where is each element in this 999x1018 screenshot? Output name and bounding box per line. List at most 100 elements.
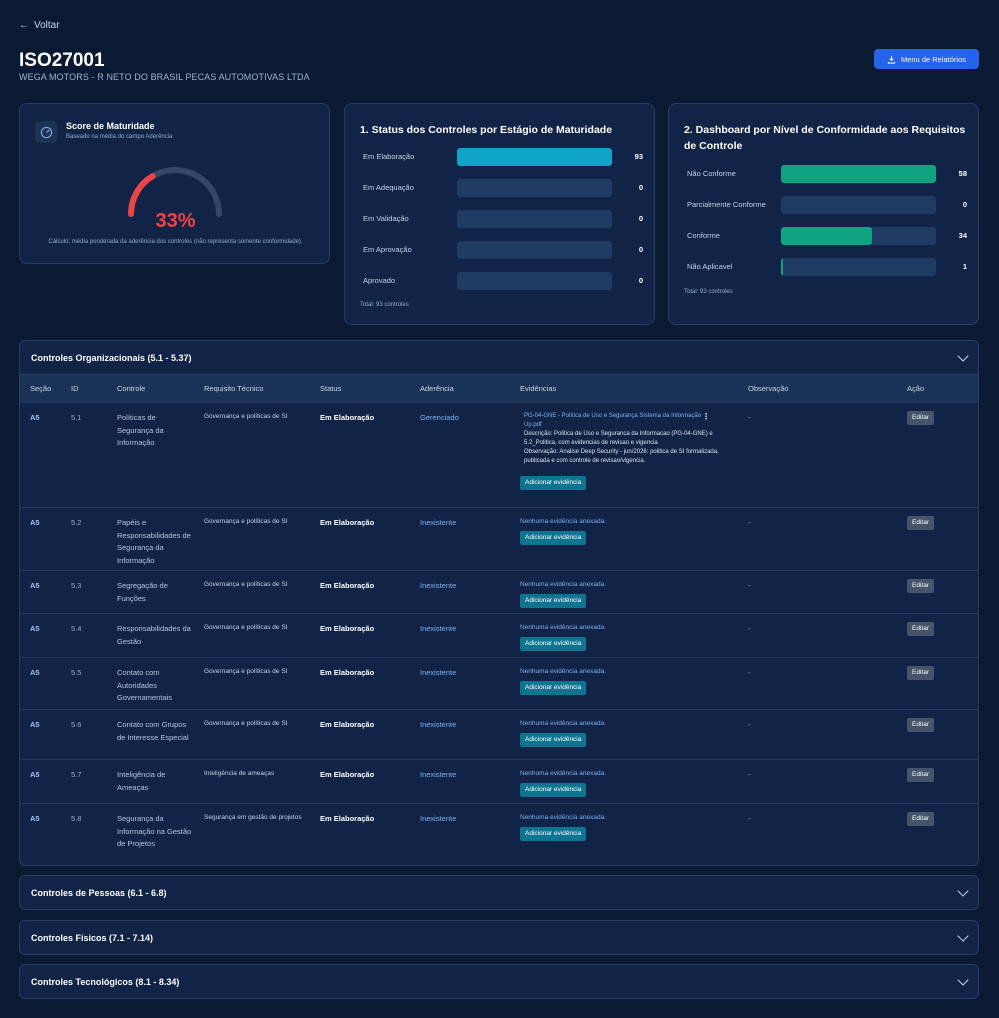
adherence-cell: Inexistente [420, 624, 457, 633]
bar-row: Em Validação 0 [363, 210, 643, 228]
observation-cell: - [748, 814, 751, 823]
status-cell: Em Elaboração [320, 624, 375, 633]
edit-button[interactable]: Editar [907, 579, 934, 593]
bar-track [457, 148, 612, 166]
status-cell: Em Elaboração [320, 668, 375, 677]
bar-row: Aprovado 0 [363, 272, 643, 290]
evidence-cell: Nenhuma evidência anexada. Adicionar evid… [520, 769, 730, 797]
table-row: A5 5.2 Papéis e Responsabilidades de Segur… [20, 507, 978, 570]
technical-requirement: Governança e políticas de SI [204, 624, 288, 631]
section-header-physical[interactable]: Controles Físicos (7.1 - 7.14) [20, 921, 978, 954]
add-evidence-button[interactable]: Adicionar evidência [520, 681, 587, 695]
status-cell: Em Elaboração [320, 814, 375, 823]
bar-value: 1 [962, 262, 967, 271]
bar-track [781, 258, 936, 276]
control-id: 5.6 [71, 720, 82, 729]
table-row: A5 5.7 Inteligência de Ameaças Inteligência… [20, 759, 978, 803]
status-total: Total: 93 controles [360, 302, 409, 308]
edit-button[interactable]: Editar [907, 516, 934, 530]
control-name: Políticas de Segurança da Informação [117, 413, 164, 447]
section-header-people[interactable]: Controles de Pessoas (6.1 - 6.8) [20, 876, 978, 909]
edit-cell: Editar [907, 812, 934, 826]
evidence-item: PG-04-GNE - Política de Uso e Segurança … [520, 412, 720, 466]
edit-button[interactable]: Editar [907, 666, 934, 680]
maturity-score-card: Score de Maturidade Baseado na média do … [19, 103, 330, 264]
bar-track [781, 165, 936, 183]
control-name: Responsabilidades da Gestão [117, 624, 191, 646]
more-vertical-icon[interactable]: ⋮ [702, 412, 710, 421]
section-header-technological[interactable]: Controles Tecnológicos (8.1 - 8.34) [20, 965, 978, 998]
conformity-chart-title: 2. Dashboard por Nível de Conformidade a… [684, 122, 965, 154]
observation-cell: - [748, 770, 751, 779]
table-row: A5 5.4 Responsabilidades da Gestão Governan… [20, 613, 978, 657]
add-evidence-button[interactable]: Adicionar evidência [520, 783, 587, 797]
section-physical-controls: Controles Físicos (7.1 - 7.14) [19, 920, 979, 955]
section-organizational-controls: Controles Organizacionais (5.1 - 5.37) S… [19, 340, 979, 866]
bar-label: Não Aplicavel [687, 262, 733, 271]
reports-menu-label: Menu de Relatórios [900, 54, 967, 64]
adherence-cell: Inexistente [420, 720, 457, 729]
no-evidence-text: Nenhuma evidência anexada. [520, 770, 607, 777]
add-evidence-button[interactable]: Adicionar evidência [520, 733, 587, 747]
evidence-observation: Observação: Analise Deep Security - jun/… [524, 449, 719, 464]
evidence-file-link[interactable]: PG-04-GNE - Política de Uso e Segurança … [524, 412, 709, 430]
section-cell: A5 [30, 814, 40, 823]
bar-label: Conforme [687, 231, 720, 240]
section-cell: A5 [30, 668, 40, 677]
status-cell: Em Elaboração [320, 518, 375, 527]
no-evidence-text: Nenhuma evidência anexada. [520, 624, 607, 631]
edit-button[interactable]: Editar [907, 812, 934, 826]
section-cell: A5 [30, 581, 40, 590]
observation-cell: - [748, 720, 751, 729]
edit-cell: Editar [907, 579, 934, 593]
bar-row: Não Conforme 58 [687, 165, 967, 183]
edit-cell: Editar [907, 516, 934, 530]
add-evidence-button[interactable]: Adicionar evidência [520, 637, 587, 651]
conformity-chart-card: 2. Dashboard por Nível de Conformidade a… [668, 103, 979, 325]
evidence-description: Descrição: Politica de Uso e Seguranca d… [524, 431, 713, 446]
bar-label: Em Elaboração [363, 152, 415, 161]
column-header: Aderência [420, 384, 454, 393]
section-header-organizational[interactable]: Controles Organizacionais (5.1 - 5.37) [20, 341, 978, 374]
technical-requirement: Governança e políticas de SI [204, 518, 288, 525]
technical-requirement: Governança e políticas de SI [204, 720, 288, 727]
status-cell: Em Elaboração [320, 581, 375, 590]
table-header: Seção ID Controle Requisito Técnico Stat… [20, 374, 978, 402]
table-row: A5 5.8 Segurança da Informação na Gestão d… [20, 803, 978, 865]
control-id: 5.4 [71, 624, 82, 633]
gauge-icon [35, 121, 57, 143]
reports-menu-button[interactable]: Menu de Relatórios [874, 49, 979, 69]
conformity-title-line1: 2. Dashboard por Nível de Conformidade a… [684, 124, 966, 136]
section-cell: A5 [30, 720, 40, 729]
company-name: WEGA MOTORS - R NETO DO BRASIL PECAS AUT… [19, 72, 310, 82]
add-evidence-button[interactable]: Adicionar evidência [520, 531, 587, 545]
score-subtitle: Baseado na média do campo Aderência [66, 134, 173, 140]
bar-track [781, 227, 936, 245]
bar-value: 0 [638, 183, 643, 192]
edit-button[interactable]: Editar [907, 768, 934, 782]
chevron-down-icon [957, 973, 969, 986]
add-evidence-button[interactable]: Adicionar evidência [520, 827, 587, 841]
evidence-cell: Nenhuma evidência anexada. Adicionar evid… [520, 813, 730, 841]
no-evidence-text: Nenhuma evidência anexada. [520, 814, 607, 821]
bar-row: Em Aprovação 0 [363, 241, 643, 259]
bar-label: Parcialmente Conforme [687, 200, 766, 209]
control-id: 5.1 [71, 413, 82, 422]
edit-cell: Editar [907, 718, 934, 732]
observation-cell: - [748, 413, 751, 422]
add-evidence-button[interactable]: Adicionar evidência [520, 476, 587, 490]
edit-button[interactable]: Editar [907, 718, 934, 732]
column-header: Requisito Técnico [204, 384, 264, 393]
section-title: Controles de Pessoas (6.1 - 6.8) [31, 887, 167, 898]
edit-button[interactable]: Editar [907, 622, 934, 636]
edit-cell: Editar [907, 666, 934, 680]
back-link[interactable]: ← Voltar [19, 20, 60, 31]
column-header: ID [71, 384, 79, 393]
column-header: Status [320, 384, 342, 393]
control-id: 5.7 [71, 770, 82, 779]
conformity-title-line2: de Controle [684, 140, 743, 152]
control-name: Contato com Autoridades Governamentais [117, 668, 173, 702]
add-evidence-button[interactable]: Adicionar evidência [520, 594, 587, 608]
edit-button[interactable]: Editar [907, 411, 934, 425]
column-header: Ação [907, 384, 925, 393]
